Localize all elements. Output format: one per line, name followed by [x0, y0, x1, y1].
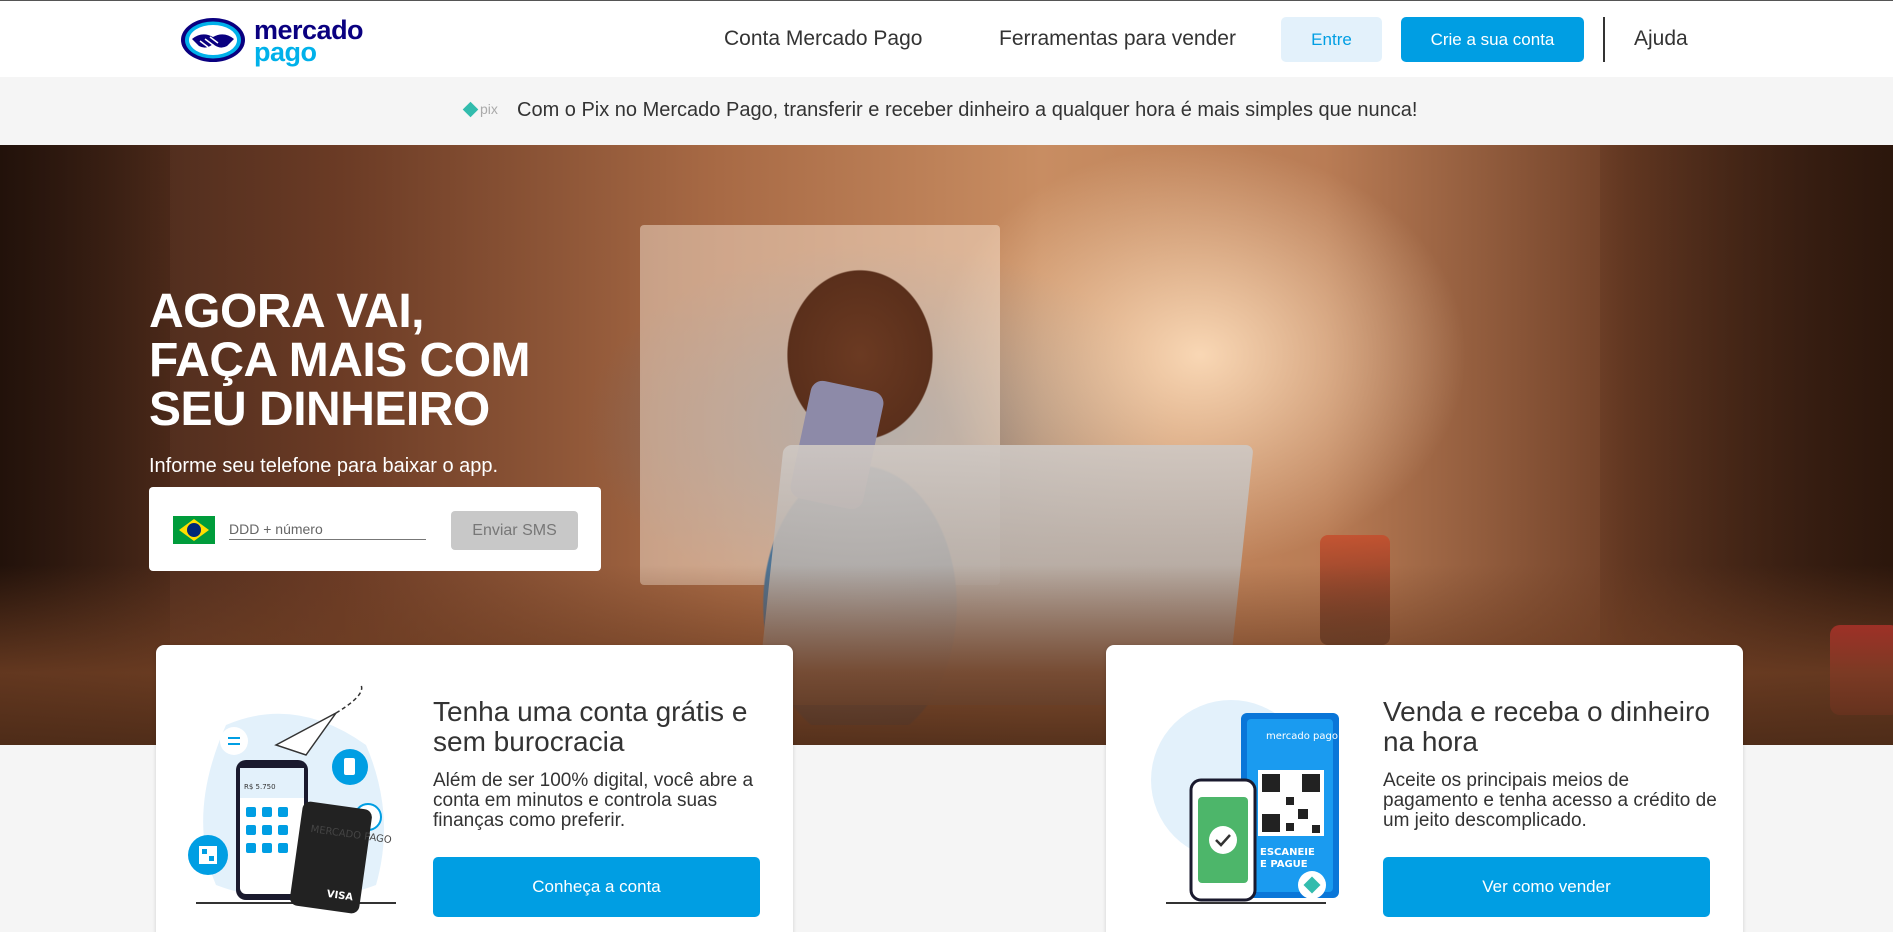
nav-ajuda[interactable]: Ajuda	[1634, 27, 1688, 51]
hero-title: AGORA VAI, FAÇA MAIS COM SEU DINHEIRO	[149, 287, 569, 434]
nav-conta-mercado-pago[interactable]: Conta Mercado Pago	[724, 27, 922, 51]
phone-balance-text: R$ 5.750	[244, 783, 276, 791]
phone-number-input[interactable]	[229, 518, 426, 540]
pix-logo-text: pix	[480, 101, 498, 117]
hero-title-line-1: AGORA VAI,	[149, 285, 425, 338]
hero-title-line-3: SEU DINHEIRO	[149, 383, 490, 436]
sell-card-text: Aceite os principais meios de pagamento …	[1383, 770, 1717, 831]
flag-circle	[187, 523, 201, 537]
sign-scan-line2: E PAGUE	[1260, 859, 1308, 870]
hero-title-line-2: FAÇA MAIS COM	[149, 334, 531, 387]
sell-card: mercado pago ESCANEIE E PAGUE Venda e re…	[1106, 645, 1743, 932]
pix-banner-text: Com o Pix no Mercado Pago, transferir e …	[517, 99, 1418, 121]
top-header: mercado pago Conta Mercado Pago Ferramen…	[0, 0, 1893, 77]
account-card-text: Além de ser 100% digital, você abre a co…	[433, 770, 754, 831]
signup-button[interactable]: Crie a sua conta	[1401, 17, 1584, 62]
send-sms-button[interactable]: Enviar SMS	[451, 511, 578, 550]
mercado-pago-logo[interactable]: mercado pago	[180, 15, 364, 67]
sell-illustration: mercado pago ESCANEIE E PAGUE	[1151, 700, 1339, 904]
account-card-title: Tenha uma conta grátis e sem burocracia	[433, 696, 748, 757]
brazil-flag-icon[interactable]	[173, 516, 215, 544]
nav-ferramentas-para-vender[interactable]: Ferramentas para vender	[999, 27, 1236, 51]
logo-word-pago: pago	[254, 37, 317, 67]
how-to-sell-button[interactable]: Ver como vender	[1383, 857, 1710, 917]
sign-logo-text: mercado pago	[1266, 731, 1338, 742]
account-card: $ R$ 5.750 MERCADO PAGO VISA Tenha uma c…	[156, 645, 793, 932]
sell-card-title: Venda e receba o dinheiro na hora	[1383, 696, 1710, 757]
login-button[interactable]: Entre	[1281, 17, 1382, 62]
learn-account-button[interactable]: Conheça a conta	[433, 857, 760, 917]
header-divider	[1603, 17, 1605, 62]
sign-scan-line1: ESCANEIE	[1260, 847, 1315, 858]
handshake-logo-icon	[181, 18, 245, 62]
account-illustration: $ R$ 5.750 MERCADO PAGO VISA	[188, 685, 396, 914]
hero-subtitle: Informe seu telefone para baixar o app.	[149, 455, 499, 477]
pix-logo-icon: pix	[462, 101, 498, 118]
